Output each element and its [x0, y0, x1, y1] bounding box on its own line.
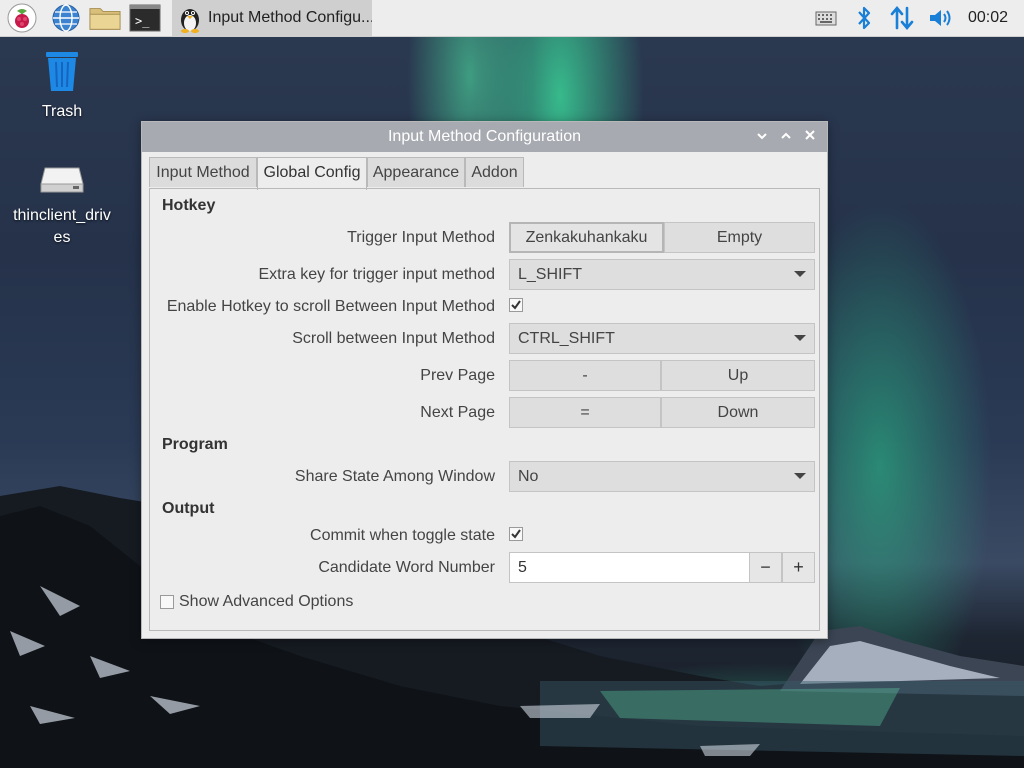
tab-global-config[interactable]: Global Config: [257, 157, 367, 190]
drive-icon: [39, 167, 85, 200]
enable-hotkey-scroll-checkbox[interactable]: [509, 297, 523, 317]
global-config-panel: Hotkey Trigger Input Method Zenkakuhanka…: [149, 188, 820, 631]
decrement-button[interactable]: −: [749, 552, 782, 583]
desktop-icon-label: Trash: [41, 103, 83, 120]
show-advanced-checkbox[interactable]: [160, 595, 174, 609]
section-program: Program: [162, 436, 228, 453]
show-advanced-label[interactable]: Show Advanced Options: [179, 593, 353, 611]
input-method-config-window: Input Method Configuration Input Method …: [141, 121, 828, 639]
dropdown-arrow-icon: [794, 271, 806, 277]
keyboard-icon[interactable]: [810, 2, 842, 34]
trigger-key1-button[interactable]: Zenkakuhankaku: [509, 222, 664, 253]
clock[interactable]: 00:02: [968, 0, 1008, 36]
section-hotkey: Hotkey: [162, 197, 216, 214]
desktop-icon-label: thinclient_drives: [13, 207, 111, 246]
checkmark-icon: [509, 297, 523, 317]
enable-hotkey-scroll-label: Enable Hotkey to scroll Between Input Me…: [166, 298, 495, 315]
web-browser-icon[interactable]: [50, 2, 82, 34]
next-page-key2-button[interactable]: Down: [661, 397, 815, 428]
scroll-between-value: CTRL_SHIFT: [518, 330, 615, 347]
section-output: Output: [162, 500, 215, 517]
candidate-word-number-input[interactable]: 5: [509, 552, 749, 583]
extra-key-label: Extra key for trigger input method: [258, 266, 495, 283]
next-page-key1-button[interactable]: =: [509, 397, 661, 428]
prev-page-key1-button[interactable]: -: [509, 360, 661, 391]
share-state-dropdown[interactable]: No: [509, 461, 815, 492]
dropdown-arrow-icon: [794, 335, 806, 341]
chevron-up-icon: [780, 128, 792, 146]
window-titlebar[interactable]: Input Method Configuration: [142, 122, 827, 152]
window-title: Input Method Configuration: [387, 128, 581, 145]
desktop-icon-thinclient-drives[interactable]: thinclient_drives: [12, 162, 112, 249]
next-page-label: Next Page: [420, 404, 495, 421]
desktop-icon-trash[interactable]: Trash: [12, 50, 112, 123]
network-icon[interactable]: [886, 2, 918, 34]
prev-page-key2-button[interactable]: Up: [661, 360, 815, 391]
maximize-button[interactable]: [777, 128, 795, 146]
minimize-button[interactable]: [753, 128, 771, 146]
close-icon: [804, 128, 816, 146]
increment-button[interactable]: +: [782, 552, 815, 583]
trigger-key2-button[interactable]: Empty: [664, 222, 815, 253]
close-button[interactable]: [801, 128, 819, 146]
extra-key-dropdown[interactable]: L_SHIFT: [509, 259, 815, 290]
checkmark-icon: [509, 526, 523, 546]
raspberry-menu-icon[interactable]: [6, 2, 38, 34]
terminal-icon[interactable]: >_: [129, 2, 161, 34]
volume-icon[interactable]: [925, 2, 957, 34]
candidate-word-number-label: Candidate Word Number: [318, 559, 495, 576]
tux-icon: [176, 3, 204, 38]
commit-toggle-checkbox[interactable]: [509, 526, 523, 546]
prev-page-label: Prev Page: [420, 367, 495, 384]
share-state-label: Share State Among Window: [294, 468, 495, 485]
file-manager-icon[interactable]: [89, 2, 121, 34]
taskbar: >_ Input Method Configu... 00:02: [0, 0, 1024, 37]
share-state-value: No: [518, 468, 539, 485]
trigger-input-method-label: Trigger Input Method: [347, 229, 495, 246]
svg-text:>_: >_: [135, 14, 150, 28]
dropdown-arrow-icon: [794, 473, 806, 479]
trash-icon: [40, 52, 84, 96]
bluetooth-icon[interactable]: [848, 2, 880, 34]
taskbar-window-button[interactable]: Input Method Configu...: [172, 0, 372, 36]
scroll-between-dropdown[interactable]: CTRL_SHIFT: [509, 323, 815, 354]
extra-key-value: L_SHIFT: [518, 266, 583, 283]
taskbar-window-title: Input Method Configu...: [208, 9, 372, 26]
tab-appearance[interactable]: Appearance: [367, 157, 465, 187]
tab-input-method[interactable]: Input Method: [149, 157, 257, 187]
scroll-between-label: Scroll between Input Method: [292, 330, 495, 347]
commit-toggle-label: Commit when toggle state: [310, 527, 495, 544]
tab-addon[interactable]: Addon: [465, 157, 524, 187]
chevron-down-icon: [756, 128, 768, 146]
